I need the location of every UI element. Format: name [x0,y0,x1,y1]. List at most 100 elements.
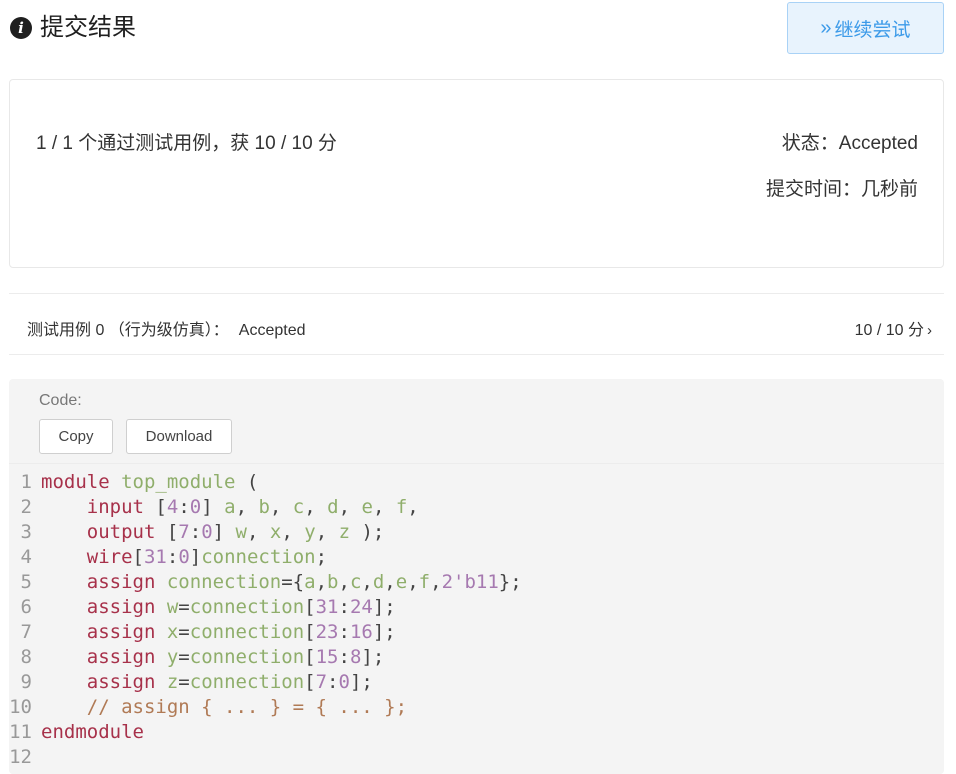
code-token: 31 [143,546,167,568]
result-header: i 提交结果 » 继续尝试 [10,0,944,60]
code-token: assign [86,646,167,668]
code-token: endmodule [41,721,144,743]
code-token: x [269,521,282,543]
code-token: , [338,571,350,593]
line-number: 5 [20,571,32,593]
code-token: ] [201,496,225,518]
test-case-row[interactable]: 测试用例 0 （行为级仿真）： Accepted 10 / 10 分 › [9,293,944,355]
code-token: 7 [178,521,190,543]
code-token: assign [86,621,167,643]
code-token: , [407,571,419,593]
line-number: 8 [20,646,32,668]
code-token: input [86,496,156,518]
code-token: 0 [338,671,350,693]
code-token: assign [86,596,167,618]
test-case-label-group: 测试用例 0 （行为级仿真）： Accepted [27,316,306,340]
status-label: 状态： [781,133,839,154]
code-token: [ [304,646,316,668]
page-title: 提交结果 [40,14,136,41]
code-token: ={ [281,571,305,593]
code-token: : [178,496,190,518]
line-number: 9 [20,671,32,693]
code-token: , [407,496,419,518]
code-token: e [361,496,373,518]
code-token: 16 [349,621,373,643]
code-token: , [372,496,396,518]
code-token: 0 [201,521,213,543]
code-token: , [430,571,442,593]
code-token: 24 [349,596,373,618]
code-token: ]; [372,596,396,618]
code-token: ]; [349,671,373,693]
double-chevron-right-icon: » [820,16,831,39]
code-token: [ [304,596,316,618]
code-token: : [327,671,339,693]
code-token: 0 [178,546,190,568]
code-line: 12 [9,745,41,770]
submit-time-value: 几秒前 [860,179,918,200]
chevron-right-icon: › [927,322,932,339]
status-line: 状态：Accepted [782,128,918,155]
code-token: : [338,621,350,643]
code-token: , [269,496,293,518]
code-token: ] [212,521,236,543]
code-token: ]; [372,621,396,643]
code-token: = [178,646,190,668]
code-token: w [235,521,247,543]
code-token: , [281,521,305,543]
code-token: ( [246,471,259,493]
code-token: b [258,496,270,518]
line-number: 3 [20,521,32,543]
code-token: 4 [166,496,179,518]
code-token: b [327,571,339,593]
code-token: 7 [315,671,328,693]
code-token: connection [201,546,316,568]
code-token: x [166,621,179,643]
code-token: wire [86,546,133,568]
code-token: [ [304,621,316,643]
result-summary-card: 1 / 1 个通过测试用例，获 10 / 10 分 状态：Accepted 提交… [9,79,944,268]
code-line: 7 assign x=connection[23:16]; [9,620,396,645]
code-token: , [315,521,339,543]
code-token: , [315,571,328,593]
code-token: = [178,621,190,643]
code-token: connection [189,646,305,668]
code-token: z [338,521,351,543]
code-token: a [224,496,236,518]
code-panel: Code: Copy Download 1 module top_module (… [9,379,944,774]
code-token: = [178,671,190,693]
code-token: : [338,596,350,618]
code-token: [ [155,496,167,518]
code-token: f [395,496,408,518]
code-token: 0 [189,496,202,518]
test-case-score-group: 10 / 10 分 › [855,316,932,340]
code-line: 1 module top_module ( [9,470,259,495]
code-token: , [235,496,259,518]
continue-trying-button[interactable]: » 继续尝试 [787,2,944,54]
code-line: 5 assign connection={a,b,c,d,e,f,2'b11}; [9,570,522,595]
code-block[interactable]: 1 module top_module (2 input [4:0] a, b, … [9,463,944,774]
code-line: 3 output [7:0] w, x, y, z ); [9,520,385,545]
code-token: 31 [315,596,339,618]
download-button[interactable]: Download [126,419,232,454]
code-token: : [338,646,350,668]
code-line: 10 // assign { ... } = { ... }; [9,695,407,720]
code-label: Code: [39,392,82,409]
code-token: e [395,571,408,593]
code-token: , [384,571,396,593]
code-line: 4 wire[31:0]connection; [9,545,328,570]
info-icon: i [10,17,32,39]
code-token: : [166,546,179,568]
status-value: Accepted [838,133,918,154]
code-token: ]; [361,646,385,668]
code-line: 11 endmodule [9,720,144,745]
code-token: connection [189,596,305,618]
code-token: output [86,521,167,543]
copy-button[interactable]: Copy [39,419,113,454]
